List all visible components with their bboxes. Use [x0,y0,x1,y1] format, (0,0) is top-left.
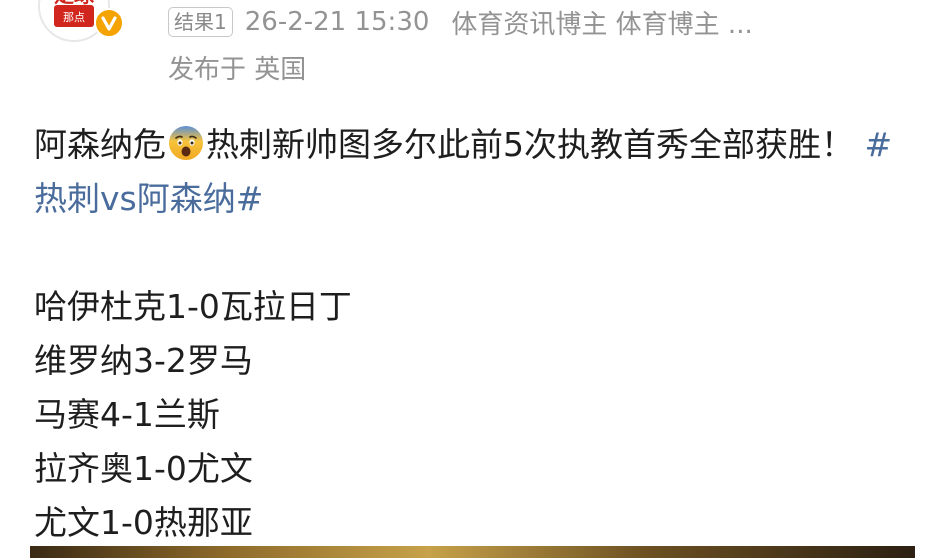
result-tag: 结果1 [168,7,233,37]
headline-part-2: 热刺新帅图多尔此前5次执教首秀全部获胜！ [206,125,854,164]
result-line-5: 尤文1-0热那亚 [34,503,253,542]
result-line-1: 哈伊杜克1-0瓦拉日丁 [34,287,352,326]
post-image[interactable] [30,546,915,558]
avatar-title: 足球 [54,0,95,7]
post-headline: 阿森纳危 热刺新帅图多尔此前5次执教首秀全部获胜！ #热刺vs阿森纳# [34,118,914,226]
avatar[interactable]: 足球 那点 [38,0,134,42]
headline-part-1: 阿森纳危 [34,125,166,164]
avatar-subtitle: 那点 [63,11,85,24]
post-location: 发布于 英国 [168,55,307,85]
result-line-2: 维罗纳3-2罗马 [34,341,253,380]
v-badge-icon [94,8,124,38]
author-intro[interactable]: 体育资讯博主 体育博主 ... [451,4,752,41]
post-time: 26-2-21 15:30 [244,7,430,37]
post-meta: 结果1 26-2-21 15:30 体育资讯博主 体育博主 ... [168,2,753,42]
post-body: 阿森纳危 热刺新帅图多尔此前5次执教首秀全部获胜！ #热刺vs阿森纳# 哈伊杜克… [34,118,914,550]
result-line-3: 马赛4-1兰斯 [34,395,220,434]
result-line-4: 拉齐奥1-0尤文 [34,449,253,488]
fearful-face-emoji [167,124,205,162]
